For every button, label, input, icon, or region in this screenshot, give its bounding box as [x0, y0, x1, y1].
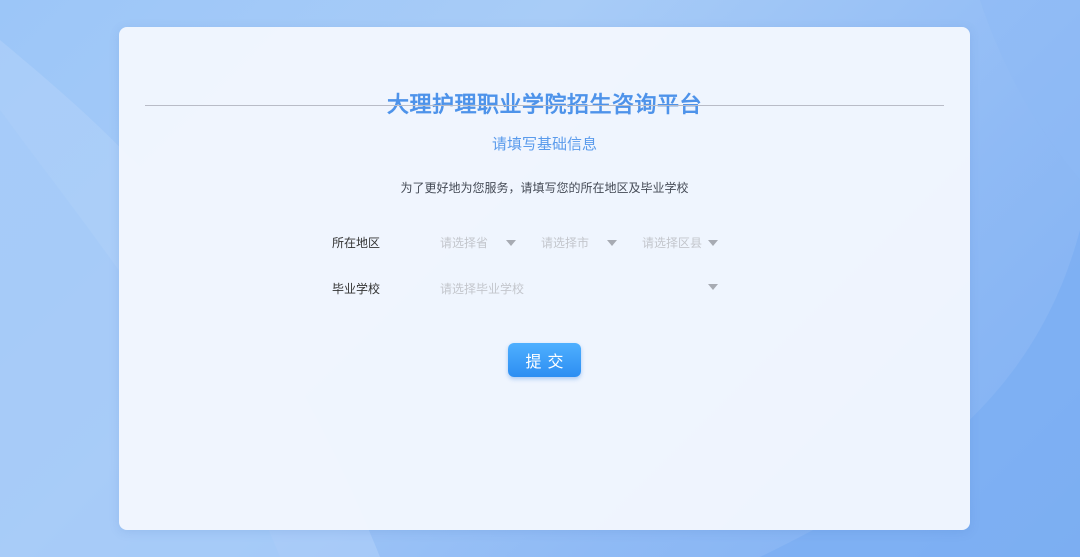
section-title: 请填写基础信息	[491, 135, 597, 153]
form-card: 大理护理职业学院招生咨询平台 请填写基础信息 为了更好地为您服务，请填写您的所在…	[119, 27, 970, 530]
region-row: 所在地区 请选择省 请选择市 请选择区县	[332, 230, 732, 254]
school-placeholder: 请选择毕业学校	[440, 282, 525, 296]
chevron-down-icon	[708, 240, 718, 246]
subtitle: 为了更好地为您服务，请填写您的所在地区及毕业学校	[400, 181, 689, 195]
school-label: 毕业学校	[332, 282, 381, 296]
city-select[interactable]: 请选择市	[541, 230, 621, 254]
province-select[interactable]: 请选择省	[440, 230, 520, 254]
county-placeholder: 请选择区县	[642, 236, 703, 250]
county-select[interactable]: 请选择区县	[642, 230, 722, 254]
province-placeholder: 请选择省	[440, 236, 489, 250]
chevron-down-icon	[708, 284, 718, 290]
submit-button[interactable]: 提交	[508, 343, 581, 377]
title-divider	[145, 105, 944, 106]
chevron-down-icon	[506, 240, 516, 246]
school-row: 毕业学校 请选择毕业学校	[332, 276, 732, 300]
city-placeholder: 请选择市	[541, 236, 590, 250]
page-title: 大理护理职业学院招生咨询平台	[386, 93, 702, 118]
school-select[interactable]: 请选择毕业学校	[440, 276, 722, 300]
region-label: 所在地区	[332, 236, 381, 250]
chevron-down-icon	[607, 240, 617, 246]
